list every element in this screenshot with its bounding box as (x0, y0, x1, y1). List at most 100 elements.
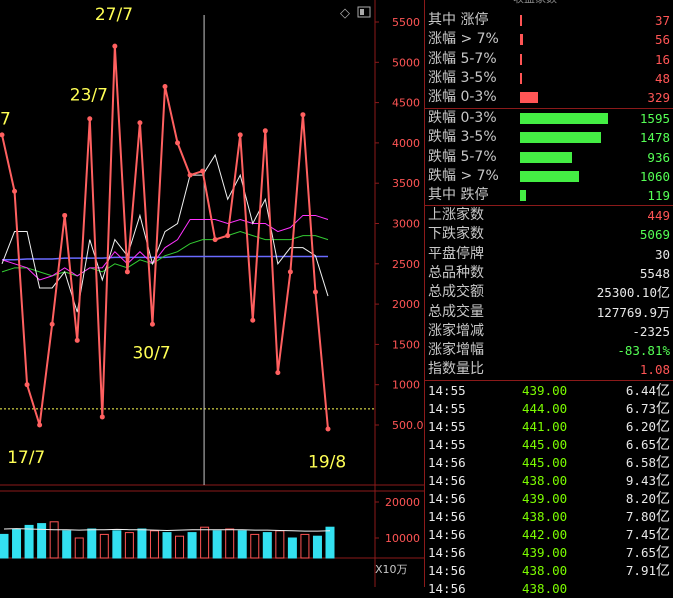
date-annotation: 7 (0, 110, 11, 130)
volume-bar (112, 530, 122, 559)
data-point (74, 337, 80, 343)
trade-amount: 6.65亿 (625, 437, 670, 453)
trade-row[interactable]: 14:56 438.00 (425, 580, 673, 598)
advance-bar (520, 53, 522, 65)
summary-value: -83.81% (617, 343, 670, 359)
unit-label: 亿 (656, 491, 670, 507)
trade-row[interactable]: 14:55 439.00 6.44亿 (425, 382, 673, 400)
divider (425, 380, 673, 381)
summary-value: 1.08 (639, 362, 670, 378)
trade-time: 14:56 (428, 473, 466, 488)
volume-bar (187, 532, 197, 559)
trade-time: 14:55 (428, 437, 466, 452)
advance-row: 涨幅 > 7% 56 (425, 30, 673, 49)
advance-row: 其中 涨停 37 (425, 11, 673, 30)
trade-amount: 6.73亿 (625, 401, 670, 417)
decline-label: 跌幅 3-5% (428, 129, 497, 146)
trade-price: 444.00 (522, 401, 568, 416)
market-chart[interactable]: 5500 5000 4500 4000 3500 3000 2500 2000 1500 1000… (0, 0, 424, 587)
stats-top-partial-row: 收盘家数 (425, 0, 673, 8)
decline-label: 跌幅 0-3% (428, 110, 497, 126)
summary-row: 平盘停牌 30 (425, 245, 673, 264)
volume-bar (74, 537, 84, 559)
advance-value: 56 (654, 32, 670, 48)
trade-price: 445.00 (522, 437, 568, 452)
data-point (149, 321, 155, 327)
data-point (275, 370, 281, 376)
decline-value: 1478 (639, 130, 670, 146)
unit-label: 亿 (656, 563, 670, 579)
decline-value: 1595 (639, 111, 670, 126)
trade-row[interactable]: 14:56 442.00 7.45亿 (425, 526, 673, 544)
trade-time: 14:56 (428, 455, 466, 470)
unit-label: 亿 (656, 383, 670, 399)
y-tick-label: 500.0 (392, 419, 424, 432)
volume-bar (175, 535, 185, 559)
data-point (112, 43, 118, 49)
data-point (24, 382, 30, 388)
trade-row[interactable]: 14:56 438.00 9.43亿 (425, 472, 673, 490)
trade-price: 438.00 (522, 563, 568, 578)
advance-value: 48 (654, 70, 670, 86)
trade-row[interactable]: 14:56 438.00 7.91亿 (425, 562, 673, 580)
advance-bar (520, 72, 522, 84)
trade-amount: 6.20亿 (625, 419, 670, 435)
summary-label: 下跌家数 (428, 226, 484, 243)
trade-time: 14:56 (428, 545, 466, 560)
advance-row: 涨幅 3-5% 48 (425, 69, 673, 88)
volume-bar (12, 528, 22, 559)
advance-value: 16 (654, 51, 670, 67)
volume-bar (262, 532, 272, 559)
trade-row[interactable]: 14:55 444.00 6.73亿 (425, 400, 673, 418)
decline-row: 跌幅 0-3% 1595 (425, 109, 673, 128)
decline-value: 1060 (639, 168, 670, 184)
summary-row: 上涨家数 449 (425, 206, 673, 225)
volume-bar (0, 533, 9, 559)
diamond-icon[interactable]: ◇ (340, 6, 350, 21)
trade-row[interactable]: 14:56 439.00 8.20亿 (425, 490, 673, 508)
advance-label: 涨幅 3-5% (428, 69, 497, 86)
trade-amount: 7.80亿 (625, 509, 670, 525)
decline-row: 跌幅 5-7% 936 (425, 148, 673, 167)
volume-bar (62, 530, 72, 559)
series-line-blue (2, 255, 328, 261)
trade-price: 442.00 (522, 527, 568, 542)
series-line-white (1, 153, 329, 313)
unit-label: 亿 (656, 473, 670, 489)
summary-row: 涨家增减 -2325 (425, 322, 673, 341)
advance-row: 涨幅 5-7% 16 (425, 50, 673, 69)
decline-value: 119 (647, 188, 670, 204)
data-point (300, 112, 306, 118)
trade-amount: 7.65亿 (625, 545, 670, 561)
y-tick-label: 2000 (392, 298, 420, 311)
y-tick-label: 1500 (392, 338, 420, 351)
decline-bar (520, 113, 608, 124)
summary-value: 5548 (639, 265, 670, 281)
trade-row[interactable]: 14:56 445.00 6.58亿 (425, 454, 673, 472)
advance-bar (520, 15, 522, 26)
decline-label: 跌幅 > 7% (428, 167, 499, 184)
data-point (37, 422, 43, 428)
date-annotation: 17/7 (7, 448, 45, 468)
summary-label: 平盘停牌 (428, 245, 484, 262)
data-point (262, 128, 268, 134)
series-line-green (1, 231, 329, 277)
summary-label: 上涨家数 (428, 207, 484, 223)
decline-label: 跌幅 5-7% (428, 148, 497, 165)
data-point (12, 188, 18, 194)
y-tick-label: 5500 (392, 16, 420, 29)
summary-label: 涨家增幅 (428, 342, 484, 359)
summary-value: 30 (654, 246, 670, 262)
data-point (162, 83, 168, 89)
volume-bar (49, 521, 59, 559)
trade-time: 14:56 (428, 527, 466, 542)
volume-bar (212, 530, 222, 559)
trade-row[interactable]: 14:56 438.00 7.80亿 (425, 508, 673, 526)
trade-row[interactable]: 14:55 441.00 6.20亿 (425, 418, 673, 436)
trade-row[interactable]: 14:55 445.00 6.65亿 (425, 436, 673, 454)
y-tick-label: 5000 (392, 56, 420, 69)
y-tick-label: 2500 (392, 258, 420, 271)
volume-bar (137, 528, 147, 559)
trade-row[interactable]: 14:56 439.00 7.65亿 (425, 544, 673, 562)
advance-value: 329 (647, 90, 670, 106)
